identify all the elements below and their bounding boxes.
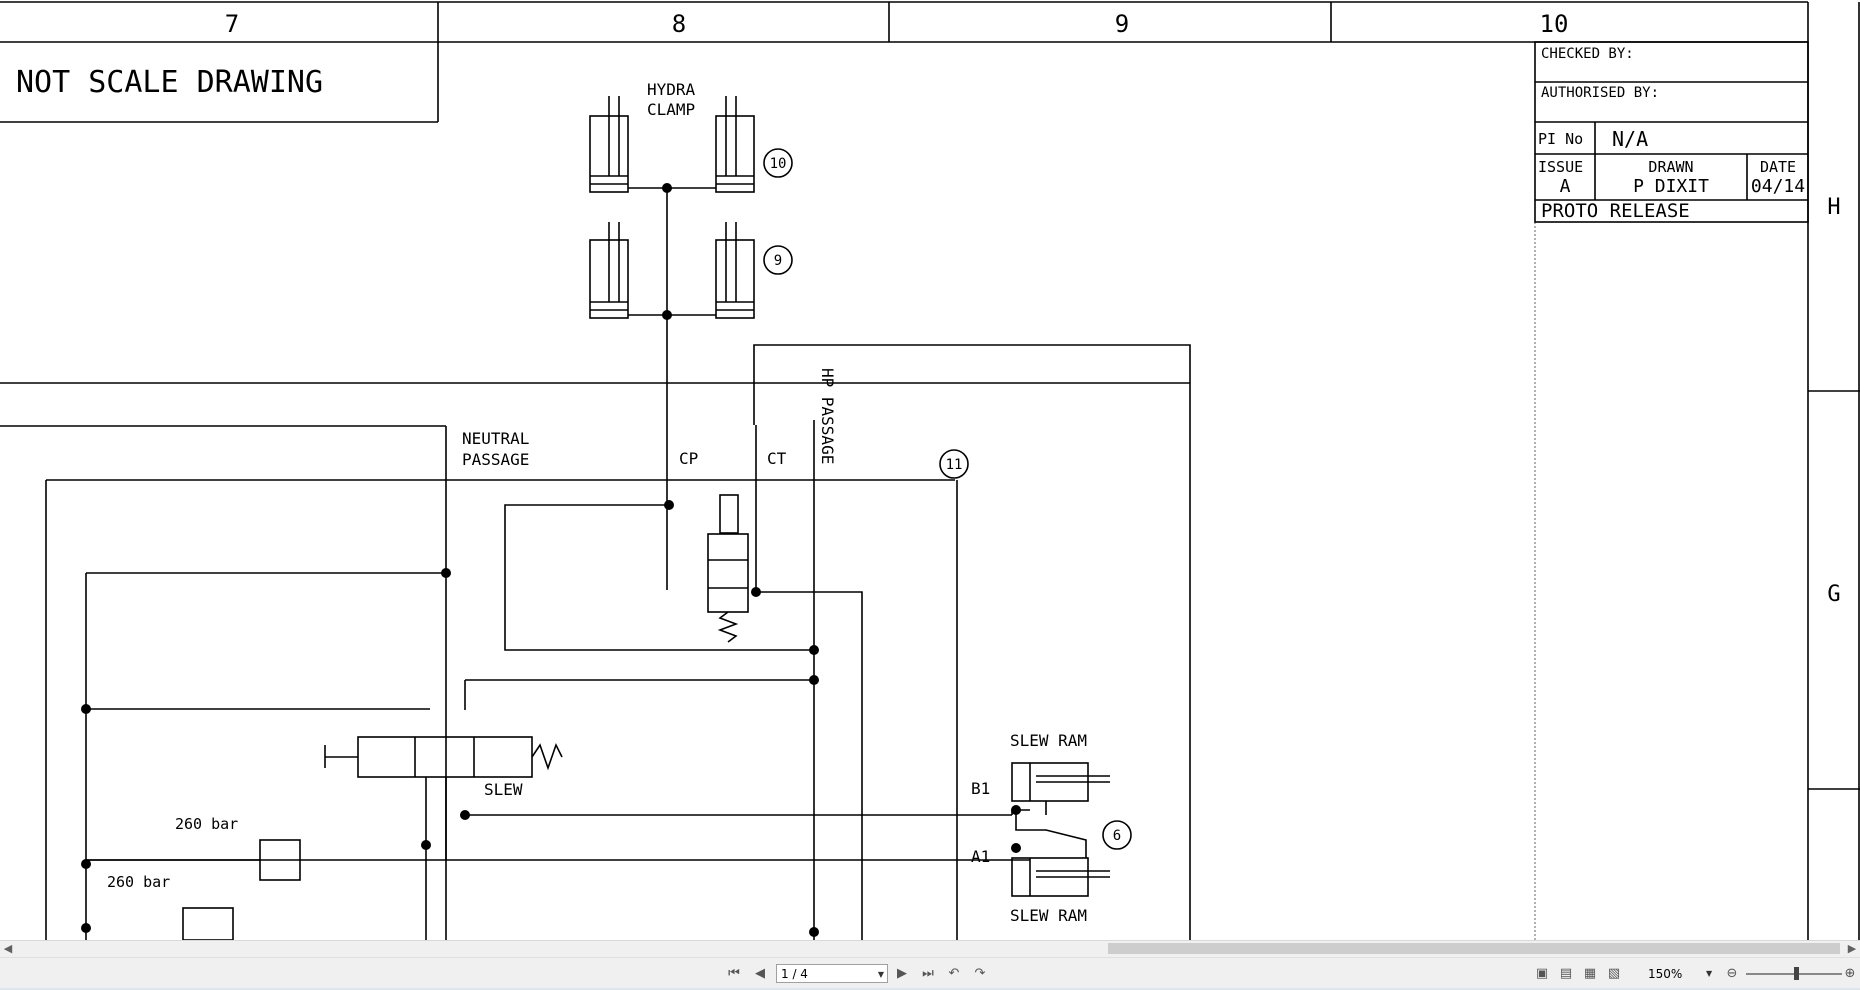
date-label: DATE	[1760, 158, 1796, 176]
hydraulic-schematic-svg: 7 8 9 10 H G NOT SCALE DRAWING CHECKED B…	[0, 1, 1860, 941]
checked-by-label: CHECKED BY:	[1541, 46, 1634, 62]
pi-label: PI No	[1538, 130, 1583, 148]
horizontal-scrollbar[interactable]: ◀ ▶	[0, 940, 1860, 957]
callout-10: 10	[770, 156, 787, 172]
page-number-value: 1 / 4	[781, 967, 808, 981]
column-label-9: 9	[1115, 10, 1129, 38]
ct-label: CT	[767, 449, 787, 468]
relief-pressure-lower: 260 bar	[107, 873, 170, 891]
scroll-left-arrow-icon[interactable]: ◀	[0, 941, 16, 957]
issue-value: A	[1560, 176, 1571, 197]
row-label-h: H	[1827, 195, 1840, 220]
page-number-input[interactable]: 1 / 4 ▼	[776, 964, 888, 983]
issue-label: ISSUE	[1538, 158, 1583, 176]
cp-label: CP	[679, 449, 698, 468]
relief-pressure-upper: 260 bar	[175, 815, 238, 833]
zoom-in-icon[interactable]: ⊕	[1840, 965, 1860, 983]
viewer-toolbar: ◀ ▶ ⏮ ◀ 1 / 4 ▼ ▶ ⏭ ↶ ↷ ▣ ▤ ▦ ▧ 150% ▼ ⊖…	[0, 940, 1860, 990]
schematic-drawing: 7 8 9 10 H G NOT SCALE DRAWING CHECKED B…	[0, 0, 1860, 941]
last-page-icon[interactable]: ⏭	[918, 965, 938, 983]
previous-page-icon[interactable]: ◀	[750, 965, 770, 983]
page-dropdown-icon[interactable]: ▼	[878, 965, 884, 984]
drawn-label: DRAWN	[1648, 158, 1693, 176]
column-label-10: 10	[1540, 10, 1569, 38]
scrollbar-thumb[interactable]	[1108, 943, 1840, 954]
column-label-7: 7	[225, 10, 239, 38]
hp-passage-label: HP PASSAGE	[818, 368, 837, 464]
zoom-dropdown-icon[interactable]: ▼	[1706, 965, 1712, 983]
continuous-view-icon[interactable]: ▤	[1556, 965, 1576, 983]
scroll-right-arrow-icon[interactable]: ▶	[1844, 941, 1860, 957]
row-label-g: G	[1827, 582, 1840, 607]
pi-value: N/A	[1612, 127, 1648, 151]
go-back-icon[interactable]: ↶	[944, 965, 964, 983]
facing-view-icon[interactable]: ▦	[1580, 965, 1600, 983]
port-a1-label: A1	[971, 847, 990, 866]
first-page-icon[interactable]: ⏮	[724, 965, 744, 983]
go-forward-icon[interactable]: ↷	[970, 965, 990, 983]
drawn-value: P DIXIT	[1633, 176, 1709, 197]
callout-9: 9	[774, 253, 782, 269]
hydra-clamp-label-2: CLAMP	[647, 100, 695, 119]
column-label-8: 8	[672, 10, 686, 38]
date-value: 04/14	[1751, 176, 1805, 197]
continuous-facing-view-icon[interactable]: ▧	[1604, 965, 1624, 983]
authorised-by-label: AUTHORISED BY:	[1541, 85, 1659, 101]
neutral-passage-label-2: PASSAGE	[462, 450, 529, 469]
neutral-passage-label: NEUTRAL	[462, 429, 529, 448]
port-b1-label: B1	[971, 779, 990, 798]
next-page-icon[interactable]: ▶	[892, 965, 912, 983]
hydra-clamp-label: HYDRA	[647, 80, 696, 99]
zoom-out-icon[interactable]: ⊖	[1722, 965, 1742, 983]
slew-ram-top-label: SLEW RAM	[1010, 731, 1087, 750]
page-navigation: ⏮ ◀ 1 / 4 ▼ ▶ ⏭ ↶ ↷ ▣ ▤ ▦ ▧ 150% ▼ ⊖ ⊕	[0, 957, 1860, 990]
callout-6: 6	[1113, 828, 1121, 844]
slew-label: SLEW	[484, 780, 523, 799]
slew-ram-bottom-label: SLEW RAM	[1010, 906, 1087, 925]
status-label: PROTO RELEASE	[1541, 200, 1690, 222]
zoom-slider[interactable]	[1746, 967, 1842, 980]
callout-11: 11	[946, 457, 963, 473]
zoom-slider-knob[interactable]	[1794, 967, 1799, 980]
scale-note: NOT SCALE DRAWING	[16, 65, 323, 100]
single-page-view-icon[interactable]: ▣	[1532, 965, 1552, 983]
zoom-level[interactable]: 150%	[1648, 965, 1700, 983]
